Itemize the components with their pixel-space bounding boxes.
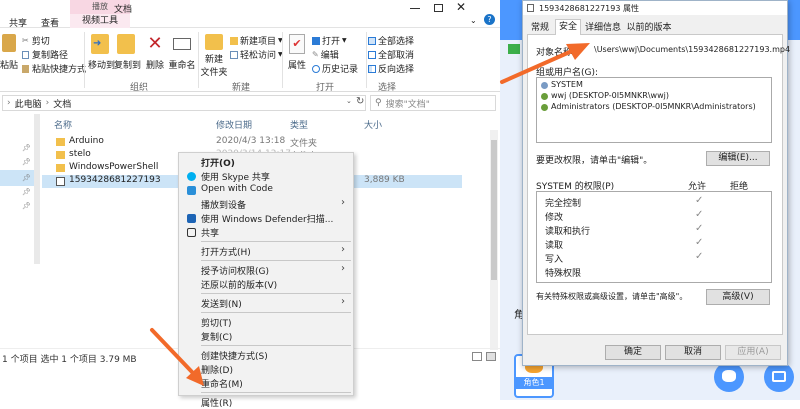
annotation-arrows xyxy=(150,43,590,386)
arrow-to-object-name xyxy=(500,43,590,84)
arrow-to-properties xyxy=(150,328,204,386)
